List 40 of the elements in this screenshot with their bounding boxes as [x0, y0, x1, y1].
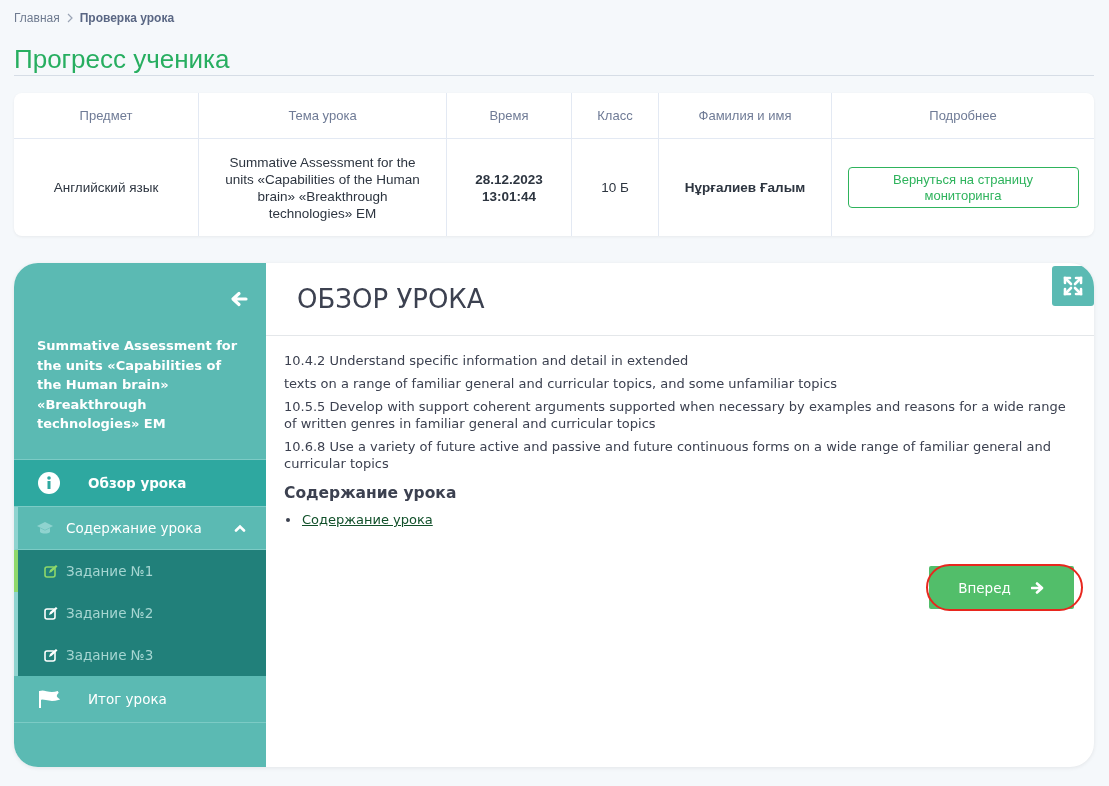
lesson-title: Summative Assessment for the units «Capabilities of the Human brain» «Breakthrough technologies» EM — [14, 308, 266, 460]
arrow-right-icon — [1030, 580, 1045, 595]
sidebar-subitem[interactable]: Задание №1 — [14, 549, 266, 592]
sidebar-item[interactable]: Обзор урока — [14, 459, 266, 507]
sidebar-subitem[interactable]: Задание №2 — [14, 591, 266, 634]
objective-text: texts on a range of familiar general and curricular topics, and some unfamiliar topics — [284, 375, 839, 392]
edit-icon — [44, 647, 58, 662]
edit-icon — [44, 605, 58, 620]
column-header: Предмет — [14, 93, 199, 139]
table-cell: Summative Assessment for the units «Capabilities of the Human brain» «Breakthrough technologies» EM — [199, 139, 447, 236]
breadcrumb-item[interactable]: Проверка урока — [79, 11, 175, 25]
table-cell: Нұрғалиев Ғалым — [659, 139, 832, 236]
expand-button[interactable] — [1052, 266, 1094, 306]
sidebar-subitem[interactable]: Задание №3 — [14, 633, 266, 676]
column-header: Класс — [572, 93, 659, 139]
column-header: Подробнее — [832, 93, 1094, 139]
objective-text: 10.5.5 Develop with support coherent arguments supported when necessary by examples and reasons for a wide range of written genres in familiar general and curricular topics — [284, 398, 1067, 432]
sidebar-item[interactable]: Итог урока — [14, 675, 266, 723]
edit-icon — [44, 563, 58, 578]
arrow-left-icon[interactable] — [230, 290, 248, 308]
content-link[interactable]: Содержание урока — [302, 511, 433, 528]
column-header: Фамилия и имя — [659, 93, 832, 139]
table-cell: Английский язык — [14, 139, 199, 236]
column-header: Время — [447, 93, 572, 139]
bullet-icon — [286, 517, 290, 522]
return-button[interactable]: Вернуться на страницу мониторинга — [847, 167, 1079, 208]
objective-text: 10.6.8 Use a variety of future active and passive and future continuous forms on a wide range of familiar general and curricular topics — [284, 438, 1052, 472]
content-subheading: Содержание урока — [284, 485, 458, 502]
table-cell: 10 Б — [572, 139, 659, 236]
expand-icon — [1062, 275, 1084, 297]
chevron-icon — [65, 13, 74, 23]
table-cell: 28.12.2023 13:01:44 — [447, 139, 572, 236]
column-header: Тема урока — [199, 93, 447, 139]
objective-text: 10.4.2 Understand specific information and detail in extended — [284, 352, 690, 369]
graduation-cap-icon — [36, 520, 54, 535]
next-button[interactable]: Вперед — [929, 566, 1074, 609]
info-icon — [38, 471, 60, 494]
breadcrumb-item[interactable]: Главная — [14, 11, 60, 25]
flag-icon — [38, 688, 60, 709]
page-title: Прогресс ученика — [14, 43, 231, 74]
